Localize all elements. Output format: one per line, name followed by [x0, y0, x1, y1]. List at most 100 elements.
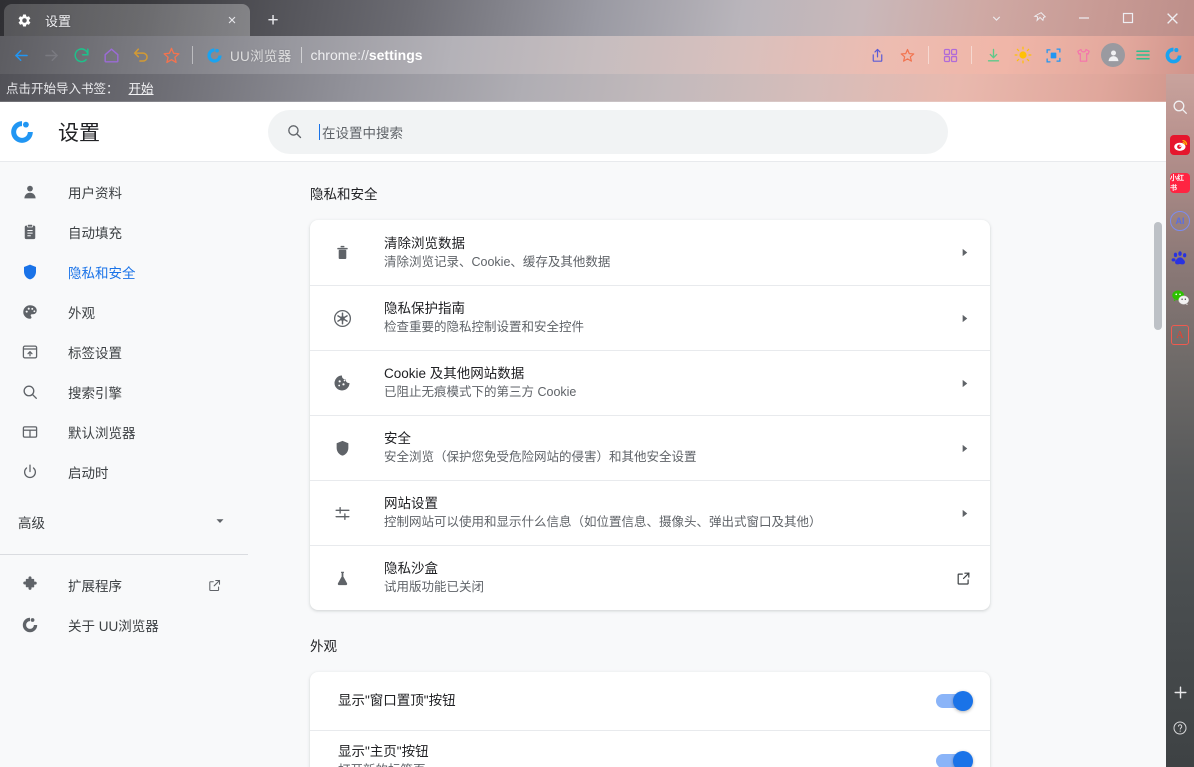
address-bar[interactable]: UU浏览器 chrome://settings — [199, 40, 862, 70]
ai-glyph: AI — [1170, 211, 1190, 231]
brightness-icon[interactable] — [1008, 40, 1038, 70]
download-icon[interactable] — [978, 40, 1008, 70]
row-security[interactable]: 安全 安全浏览（保护您免受危险网站的侵害）和其他安全设置 — [310, 415, 990, 480]
weibo-icon[interactable] — [1169, 134, 1191, 156]
row-text: 隐私保护指南 检查重要的隐私控制设置和安全控件 — [384, 300, 954, 336]
appearance-card: 显示"窗口置顶"按钮 显示"主页"按钮 打开新的标签页 — [310, 672, 990, 767]
toolbar-divider — [192, 46, 193, 64]
tshirt-icon[interactable] — [1068, 40, 1098, 70]
chevron-right-icon[interactable] — [954, 373, 974, 393]
sidebar-item-label: 外观 — [68, 302, 95, 322]
search-icon[interactable] — [1169, 96, 1191, 118]
sidebar-item-tab-settings[interactable]: 标签设置 — [0, 332, 248, 372]
sidebar-advanced-toggle[interactable]: 高级 — [0, 502, 248, 542]
row-title: 隐私保护指南 — [384, 301, 465, 316]
chevron-down-icon[interactable] — [974, 2, 1018, 34]
row-subtitle: 试用版功能已关闭 — [384, 580, 484, 594]
sidebar-item-about[interactable]: 关于 UU浏览器 — [0, 605, 248, 645]
power-icon — [18, 460, 42, 484]
minimize-icon[interactable] — [1062, 2, 1106, 34]
sliders-icon — [330, 501, 354, 525]
profile-avatar[interactable] — [1098, 40, 1128, 70]
toggle-show-home-button[interactable] — [936, 754, 970, 767]
star-icon[interactable] — [156, 40, 186, 70]
search-placeholder: 在设置中搜索 — [322, 122, 403, 142]
open-external-icon[interactable] — [952, 567, 974, 589]
chevron-right-icon[interactable] — [954, 503, 974, 523]
tab-settings[interactable]: 设置 × — [4, 4, 250, 36]
menu-icon[interactable] — [1128, 40, 1158, 70]
scrollbar-thumb[interactable] — [1154, 222, 1162, 330]
bookmark-star-icon[interactable] — [892, 40, 922, 70]
row-text: 清除浏览数据 清除浏览记录、Cookie、缓存及其他数据 — [384, 235, 954, 271]
close-window-icon[interactable] — [1150, 2, 1194, 34]
row-show-pin-window-button[interactable]: 显示"窗口置顶"按钮 — [310, 672, 990, 730]
add-icon[interactable] — [1169, 681, 1191, 703]
undo-icon[interactable] — [126, 40, 156, 70]
row-clear-browsing-data[interactable]: 清除浏览数据 清除浏览记录、Cookie、缓存及其他数据 — [310, 220, 990, 285]
chevron-down-icon — [214, 515, 226, 530]
sidebar-item-profile[interactable]: 用户资料 — [0, 172, 248, 212]
row-show-home-button[interactable]: 显示"主页"按钮 打开新的标签页 — [310, 730, 990, 767]
sidebar-item-default-browser[interactable]: 默认浏览器 — [0, 412, 248, 452]
avatar — [1101, 43, 1125, 67]
chevron-right-icon[interactable] — [954, 308, 974, 328]
toggle-show-pin-window-button[interactable] — [936, 694, 970, 708]
xiaohongshu-icon[interactable]: 小红书 — [1169, 172, 1191, 194]
row-text: 显示"窗口置顶"按钮 — [338, 692, 936, 710]
apps-grid-icon[interactable] — [935, 40, 965, 70]
uu-assistant-icon[interactable] — [1158, 40, 1188, 70]
page-scrollbar[interactable] — [1154, 162, 1162, 767]
row-privacy-sandbox[interactable]: 隐私沙盒 试用版功能已关闭 — [310, 545, 990, 610]
forward-icon[interactable] — [36, 40, 66, 70]
chevron-right-icon[interactable] — [954, 438, 974, 458]
tab-strip: 设置 × + — [0, 0, 1194, 36]
uu-logo-icon — [8, 118, 36, 146]
section-title-appearance: 外观 — [310, 635, 1166, 655]
url-text: chrome://settings — [311, 47, 423, 63]
sidebar-item-label: 关于 UU浏览器 — [68, 615, 159, 635]
settings-header: 设置 在设置中搜索 — [0, 102, 1166, 162]
search-input[interactable]: 在设置中搜索 — [268, 110, 948, 154]
new-tab-button[interactable]: + — [258, 6, 288, 34]
help-icon[interactable] — [1169, 717, 1191, 739]
row-cookies[interactable]: Cookie 及其他网站数据 已阻止无痕模式下的第三方 Cookie — [310, 350, 990, 415]
sidebar-item-label: 启动时 — [68, 462, 109, 482]
sidebar-item-extensions[interactable]: 扩展程序 — [0, 565, 248, 605]
baidu-icon[interactable] — [1169, 248, 1191, 270]
pdf-icon[interactable]: A — [1169, 324, 1191, 346]
maximize-icon[interactable] — [1106, 2, 1150, 34]
reload-icon[interactable] — [66, 40, 96, 70]
screenshot-icon[interactable] — [1038, 40, 1068, 70]
sidebar-item-appearance[interactable]: 外观 — [0, 292, 248, 332]
sidebar-item-on-startup[interactable]: 启动时 — [0, 452, 248, 492]
ai-icon[interactable]: AI — [1169, 210, 1191, 232]
sidebar-item-search-engine[interactable]: 搜索引擎 — [0, 372, 248, 412]
share-icon[interactable] — [862, 40, 892, 70]
dock-bottom-actions — [1169, 681, 1191, 767]
row-privacy-guide[interactable]: 隐私保护指南 检查重要的隐私控制设置和安全控件 — [310, 285, 990, 350]
sidebar-item-autofill[interactable]: 自动填充 — [0, 212, 248, 252]
bookmarks-import-link[interactable]: 开始 — [129, 78, 154, 97]
privacy-card: 清除浏览数据 清除浏览记录、Cookie、缓存及其他数据 隐私保护指南 — [310, 220, 990, 610]
cookie-icon — [330, 371, 354, 395]
row-subtitle: 控制网站可以使用和显示什么信息（如位置信息、摄像头、弹出式窗口及其他） — [384, 515, 822, 529]
home-icon[interactable] — [96, 40, 126, 70]
pin-icon[interactable] — [1018, 2, 1062, 34]
back-icon[interactable] — [6, 40, 36, 70]
wechat-icon[interactable] — [1169, 286, 1191, 308]
settings-body: 用户资料 自动填充 隐私和安全 — [0, 162, 1166, 767]
sidebar-advanced-label: 高级 — [18, 512, 45, 532]
search-icon — [18, 380, 42, 404]
palette-icon — [18, 300, 42, 324]
close-icon[interactable]: × — [222, 10, 242, 30]
row-subtitle: 安全浏览（保护您免受危险网站的侵害）和其他安全设置 — [384, 450, 697, 464]
row-title: 显示"窗口置顶"按钮 — [338, 693, 456, 708]
row-site-settings[interactable]: 网站设置 控制网站可以使用和显示什么信息（如位置信息、摄像头、弹出式窗口及其他） — [310, 480, 990, 545]
open-external-icon[interactable] — [207, 578, 222, 593]
navigation-toolbar: UU浏览器 chrome://settings — [0, 36, 1194, 74]
chevron-right-icon[interactable] — [954, 243, 974, 263]
sidebar-item-privacy-security[interactable]: 隐私和安全 — [0, 252, 248, 292]
toolbar-actions — [862, 40, 1188, 70]
sidebar-item-label: 用户资料 — [68, 182, 122, 202]
